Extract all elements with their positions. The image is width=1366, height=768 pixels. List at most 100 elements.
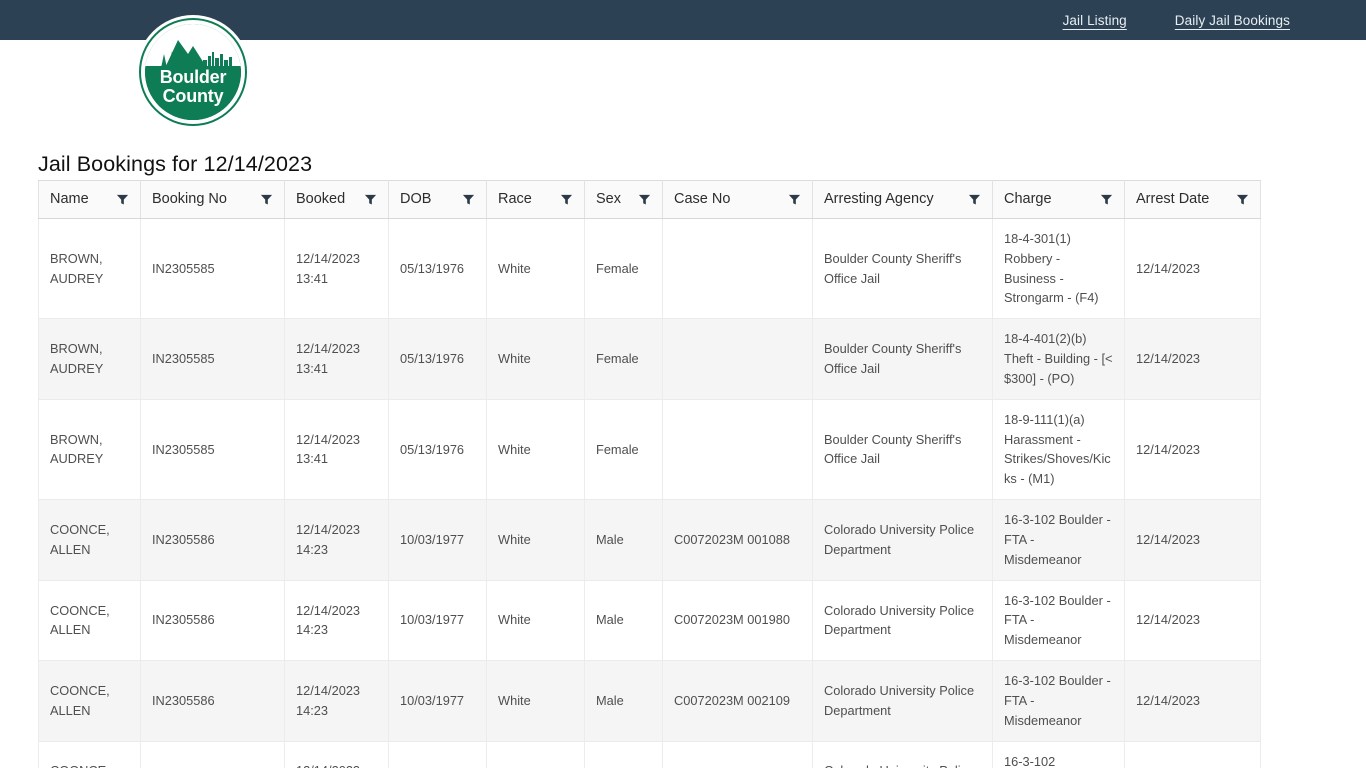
- table-row[interactable]: BROWN, AUDREY IN2305585 12/14/2023 13:41 05…: [38, 218, 1261, 320]
- cell-arrest_date: 12/14/2023: [1124, 499, 1261, 581]
- cell-sex: Male: [584, 499, 663, 581]
- filter-funnel-icon[interactable]: [638, 193, 651, 206]
- table-row[interactable]: COONCE, ALLENIN230558612/14/2023 14:2310…: [38, 580, 1261, 662]
- cell-sex: Male: [584, 660, 663, 742]
- cell-race: White: [486, 318, 585, 400]
- filter-funnel-icon[interactable]: [788, 193, 801, 206]
- table-row[interactable]: BROWN, AUDREY IN2305585 12/14/2023 13:41 05…: [38, 399, 1261, 501]
- column-filter-button[interactable]: [1100, 193, 1113, 206]
- cell-name: BROWN, AUDREY: [38, 218, 141, 320]
- column-filter-button[interactable]: [788, 193, 801, 206]
- filter-funnel-icon[interactable]: [560, 193, 573, 206]
- cell-case_no: G193408: [662, 741, 813, 768]
- cell-name: COONCE, ALLEN: [38, 660, 141, 742]
- table-body: BROWN, AUDREY IN2305585 12/14/2023 13:41 05…: [38, 218, 1261, 768]
- cell-charge: 18-4-401(2)(b) Theft - Building - [< $30…: [992, 318, 1125, 400]
- logo-wordmark: Boulder County: [145, 68, 241, 106]
- column-header-agency[interactable]: Arresting Agency: [812, 180, 993, 219]
- column-header-label: Arrest Date: [1136, 191, 1210, 207]
- cell-booked: 12/14/2023 13:41: [284, 399, 389, 501]
- bookings-table-container: Name Booking No Booked DOB Race Sex Case No Arr…: [38, 180, 1261, 768]
- cell-dob: 05/13/1976: [388, 218, 487, 320]
- column-header-arrest_date[interactable]: Arrest Date: [1124, 180, 1261, 219]
- cell-arrest_date: 12/14/2023: [1124, 741, 1261, 768]
- column-filter-button[interactable]: [364, 193, 377, 206]
- cell-agency: Colorado University Police Department: [812, 660, 993, 742]
- cell-dob: 10/03/1977: [388, 499, 487, 581]
- column-header-label: Sex: [596, 191, 621, 207]
- column-header-case_no[interactable]: Case No: [662, 180, 813, 219]
- cell-case_no: C0072023M 001980: [662, 580, 813, 662]
- filter-funnel-icon[interactable]: [968, 193, 981, 206]
- column-header-label: Booking No: [152, 191, 227, 207]
- cell-agency: Boulder County Sheriff's Office Jail: [812, 218, 993, 320]
- filter-funnel-icon[interactable]: [260, 193, 273, 206]
- cell-booking_no: IN2305585: [140, 218, 285, 320]
- table-row[interactable]: COONCE, ALLENIN230558612/14/2023 14:2310…: [38, 741, 1261, 768]
- filter-funnel-icon[interactable]: [462, 193, 475, 206]
- filter-funnel-icon[interactable]: [1236, 193, 1249, 206]
- cell-charge: 16-3-102 BOULDER MUNI - FTA: [992, 741, 1125, 768]
- jail-bookings-table: Name Booking No Booked DOB Race Sex Case No Arr…: [38, 180, 1261, 768]
- cell-dob: 05/13/1976: [388, 318, 487, 400]
- page-title: Jail Bookings for 12/14/2023: [38, 152, 313, 176]
- cell-arrest_date: 12/14/2023: [1124, 399, 1261, 501]
- filter-funnel-icon[interactable]: [1100, 193, 1113, 206]
- cell-case_no: C0072023M 001088: [662, 499, 813, 581]
- cell-sex: Female: [584, 318, 663, 400]
- cell-race: White: [486, 499, 585, 581]
- cell-booking_no: IN2305586: [140, 580, 285, 662]
- column-header-sex[interactable]: Sex: [584, 180, 663, 219]
- cell-sex: Male: [584, 741, 663, 768]
- filter-funnel-icon[interactable]: [116, 193, 129, 206]
- cell-race: White: [486, 218, 585, 320]
- nav-link-daily-jail-bookings[interactable]: Daily Jail Bookings: [1175, 13, 1290, 28]
- cell-dob: 05/13/1976: [388, 399, 487, 501]
- cell-charge: 16-3-102 Boulder - FTA - Misdemeanor: [992, 499, 1125, 581]
- column-header-charge[interactable]: Charge: [992, 180, 1125, 219]
- column-header-booked[interactable]: Booked: [284, 180, 389, 219]
- cell-case_no: [662, 218, 813, 320]
- cell-booked: 12/14/2023 13:41: [284, 218, 389, 320]
- cell-booking_no: IN2305586: [140, 660, 285, 742]
- column-header-dob[interactable]: DOB: [388, 180, 487, 219]
- column-header-name[interactable]: Name: [38, 180, 141, 219]
- column-header-label: DOB: [400, 191, 432, 207]
- column-filter-button[interactable]: [560, 193, 573, 206]
- column-filter-button[interactable]: [638, 193, 651, 206]
- cell-race: White: [486, 399, 585, 501]
- table-row[interactable]: BROWN, AUDREY IN2305585 12/14/2023 13:41 05…: [38, 318, 1261, 400]
- cell-name: BROWN, AUDREY: [38, 399, 141, 501]
- table-row[interactable]: COONCE, ALLENIN230558612/14/2023 14:2310…: [38, 660, 1261, 742]
- cell-agency: Boulder County Sheriff's Office Jail: [812, 318, 993, 400]
- column-header-label: Case No: [674, 191, 731, 207]
- cell-case_no: [662, 399, 813, 501]
- cell-charge: 18-4-301(1) Robbery - Business - Stronga…: [992, 218, 1125, 320]
- cell-booking_no: IN2305585: [140, 318, 285, 400]
- cell-name: COONCE, ALLEN: [38, 580, 141, 662]
- table-row[interactable]: COONCE, ALLENIN230558612/14/2023 14:2310…: [38, 499, 1261, 581]
- column-header-booking_no[interactable]: Booking No: [140, 180, 285, 219]
- column-filter-button[interactable]: [260, 193, 273, 206]
- cell-charge: 16-3-102 Boulder - FTA - Misdemeanor: [992, 660, 1125, 742]
- column-filter-button[interactable]: [1236, 193, 1249, 206]
- nav-link-jail-listing[interactable]: Jail Listing: [1063, 13, 1127, 28]
- column-filter-button[interactable]: [968, 193, 981, 206]
- top-navigation: Jail Listing Daily Jail Bookings: [1063, 0, 1290, 40]
- column-filter-button[interactable]: [462, 193, 475, 206]
- cell-race: White: [486, 660, 585, 742]
- cell-race: White: [486, 580, 585, 662]
- boulder-county-logo[interactable]: Boulder County: [136, 15, 250, 129]
- filter-funnel-icon[interactable]: [364, 193, 377, 206]
- column-filter-button[interactable]: [116, 193, 129, 206]
- cell-agency: Colorado University Police Department: [812, 741, 993, 768]
- column-header-label: Race: [498, 191, 532, 207]
- column-header-label: Booked: [296, 191, 346, 207]
- column-header-label: Charge: [1004, 191, 1052, 207]
- cell-booking_no: IN2305586: [140, 499, 285, 581]
- cell-sex: Male: [584, 580, 663, 662]
- cell-booked: 12/14/2023 14:23: [284, 741, 389, 768]
- column-header-race[interactable]: Race: [486, 180, 585, 219]
- cell-dob: 10/03/1977: [388, 741, 487, 768]
- cell-race: White: [486, 741, 585, 768]
